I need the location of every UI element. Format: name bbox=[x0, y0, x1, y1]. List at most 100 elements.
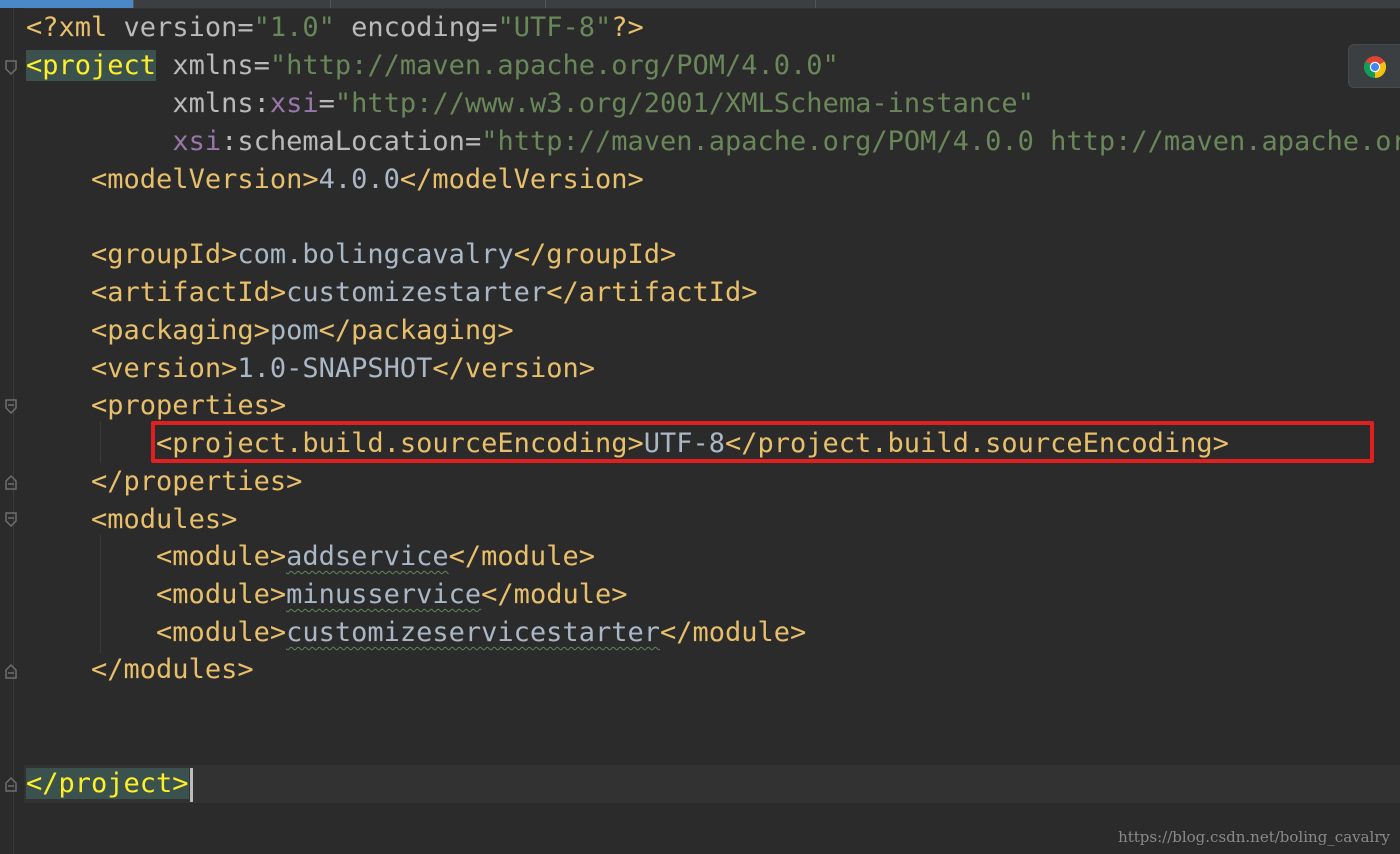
namespace-xsi: xsi bbox=[172, 126, 222, 157]
code-line-project-open[interactable]: <project xmlns="http://maven.apache.org/… bbox=[26, 47, 839, 85]
tag-text: customizeservicestarter bbox=[286, 617, 660, 648]
tab-separator bbox=[815, 0, 816, 8]
tag-close: </modules> bbox=[91, 654, 254, 685]
code-line-module-addservice[interactable]: <module>addservice</module> bbox=[26, 538, 595, 576]
tag-project-open: <project bbox=[26, 50, 157, 81]
code-line-properties-open[interactable]: <properties> bbox=[26, 387, 286, 425]
tag-open: <artifactId> bbox=[91, 277, 287, 308]
code-line-packaging[interactable]: <packaging>pom</packaging> bbox=[26, 312, 514, 350]
tag-open: <groupId> bbox=[91, 239, 238, 270]
equals: = bbox=[464, 126, 482, 157]
code-line-schema-location[interactable]: xsi:schemaLocation="http://maven.apache.… bbox=[26, 123, 1400, 161]
code-editor[interactable]: <?xml version="1.0" encoding="UTF-8"?> <… bbox=[0, 0, 1400, 854]
code-line-version[interactable]: <version>1.0-SNAPSHOT</version> bbox=[26, 350, 595, 388]
gutter-divider bbox=[13, 8, 14, 854]
equals: = bbox=[481, 12, 498, 43]
tag-text: pom bbox=[269, 315, 319, 346]
attr-value-xmlns: "http://maven.apache.org/POM/4.0.0" bbox=[269, 50, 839, 81]
code-line-artifact-id[interactable]: <artifactId>customizestarter</artifactId… bbox=[26, 274, 758, 312]
fold-close-icon[interactable] bbox=[3, 774, 19, 794]
active-tab-indicator[interactable] bbox=[0, 0, 133, 8]
tag-open: <module> bbox=[156, 541, 287, 572]
attr-schema-location: :schemaLocation bbox=[221, 126, 465, 157]
open-in-browser-button[interactable] bbox=[1348, 44, 1400, 88]
code-line-module-minusservice[interactable]: <module>minusservice</module> bbox=[26, 576, 627, 614]
xml-prolog-open: <?xml bbox=[26, 12, 124, 43]
tag-text: 4.0.0 bbox=[318, 164, 400, 195]
tab-separator bbox=[545, 0, 546, 8]
tag-open: <properties> bbox=[91, 390, 287, 421]
attr-xmlns: xmlns bbox=[172, 50, 254, 81]
attr-value-encoding: "UTF-8" bbox=[497, 12, 612, 43]
fold-open-icon[interactable] bbox=[3, 397, 19, 417]
tag-open: <module> bbox=[156, 579, 287, 610]
fold-close-icon[interactable] bbox=[3, 472, 19, 492]
tag-open: <modules> bbox=[91, 504, 238, 535]
code-line-xml-declaration[interactable]: <?xml version="1.0" encoding="UTF-8"?> bbox=[26, 9, 644, 47]
namespace-xsi: xsi bbox=[269, 88, 319, 119]
code-line-project-close[interactable]: </project> bbox=[26, 765, 193, 803]
code-line-modules-close[interactable]: </modules> bbox=[26, 651, 254, 689]
attr-value-version: "1.0" bbox=[253, 12, 335, 43]
fold-close-icon[interactable] bbox=[3, 661, 19, 681]
tab-separator bbox=[330, 0, 331, 8]
attr-value-xsi: "http://www.w3.org/2001/XMLSchema-instan… bbox=[334, 88, 1034, 119]
code-line-xmlns-xsi[interactable]: xmlns:xsi="http://www.w3.org/2001/XMLSch… bbox=[26, 85, 1034, 123]
tag-text: customizestarter bbox=[286, 277, 547, 308]
tag-close: </modelVersion> bbox=[399, 164, 644, 195]
editor-tab-bar bbox=[0, 0, 1400, 9]
tag-text: com.bolingcavalry bbox=[237, 239, 514, 270]
highlight-box bbox=[151, 421, 1374, 463]
chrome-icon bbox=[1364, 56, 1386, 78]
attr-encoding: encoding bbox=[351, 12, 482, 43]
tag-close: </groupId> bbox=[513, 239, 677, 270]
equals: = bbox=[237, 12, 254, 43]
attr-value-schema-location: "http://maven.apache.org/POM/4.0.0 http:… bbox=[481, 126, 1400, 157]
watermark: https://blog.csdn.net/boling_cavalry bbox=[1118, 828, 1390, 846]
tag-text: minusservice bbox=[286, 579, 482, 610]
tag-open: <modelVersion> bbox=[91, 164, 319, 195]
attr-xmlns-prefix: xmlns: bbox=[172, 88, 270, 119]
code-line-properties-close[interactable]: </properties> bbox=[26, 463, 302, 501]
tag-close: </module> bbox=[659, 617, 807, 648]
tag-close: </artifactId> bbox=[546, 277, 758, 308]
tag-open: <version> bbox=[91, 353, 238, 384]
code-line-model-version[interactable]: <modelVersion>4.0.0</modelVersion> bbox=[26, 161, 644, 199]
tab-separator bbox=[133, 0, 134, 8]
editor-gutter bbox=[0, 8, 24, 854]
tag-close: </module> bbox=[481, 579, 628, 610]
tag-open: <packaging> bbox=[91, 315, 270, 346]
xml-prolog-close: ?> bbox=[611, 12, 644, 43]
tag-close: </version> bbox=[432, 353, 595, 384]
tag-project-close: </project> bbox=[26, 768, 189, 799]
code-line-modules-open[interactable]: <modules> bbox=[26, 501, 237, 539]
code-line-group-id[interactable]: <groupId>com.bolingcavalry</groupId> bbox=[26, 236, 676, 274]
code-line-module-customizeservicestarter[interactable]: <module>customizeservicestarter</module> bbox=[26, 614, 806, 652]
fold-open-icon[interactable] bbox=[3, 58, 19, 78]
equals: = bbox=[253, 50, 270, 81]
attr-version: version bbox=[123, 12, 238, 43]
tag-close: </module> bbox=[448, 541, 595, 572]
tag-open: <module> bbox=[156, 617, 287, 648]
fold-open-icon[interactable] bbox=[3, 510, 19, 530]
tag-text: addservice bbox=[286, 541, 449, 572]
tag-close: </packaging> bbox=[318, 315, 514, 346]
tag-close: </properties> bbox=[91, 466, 303, 497]
